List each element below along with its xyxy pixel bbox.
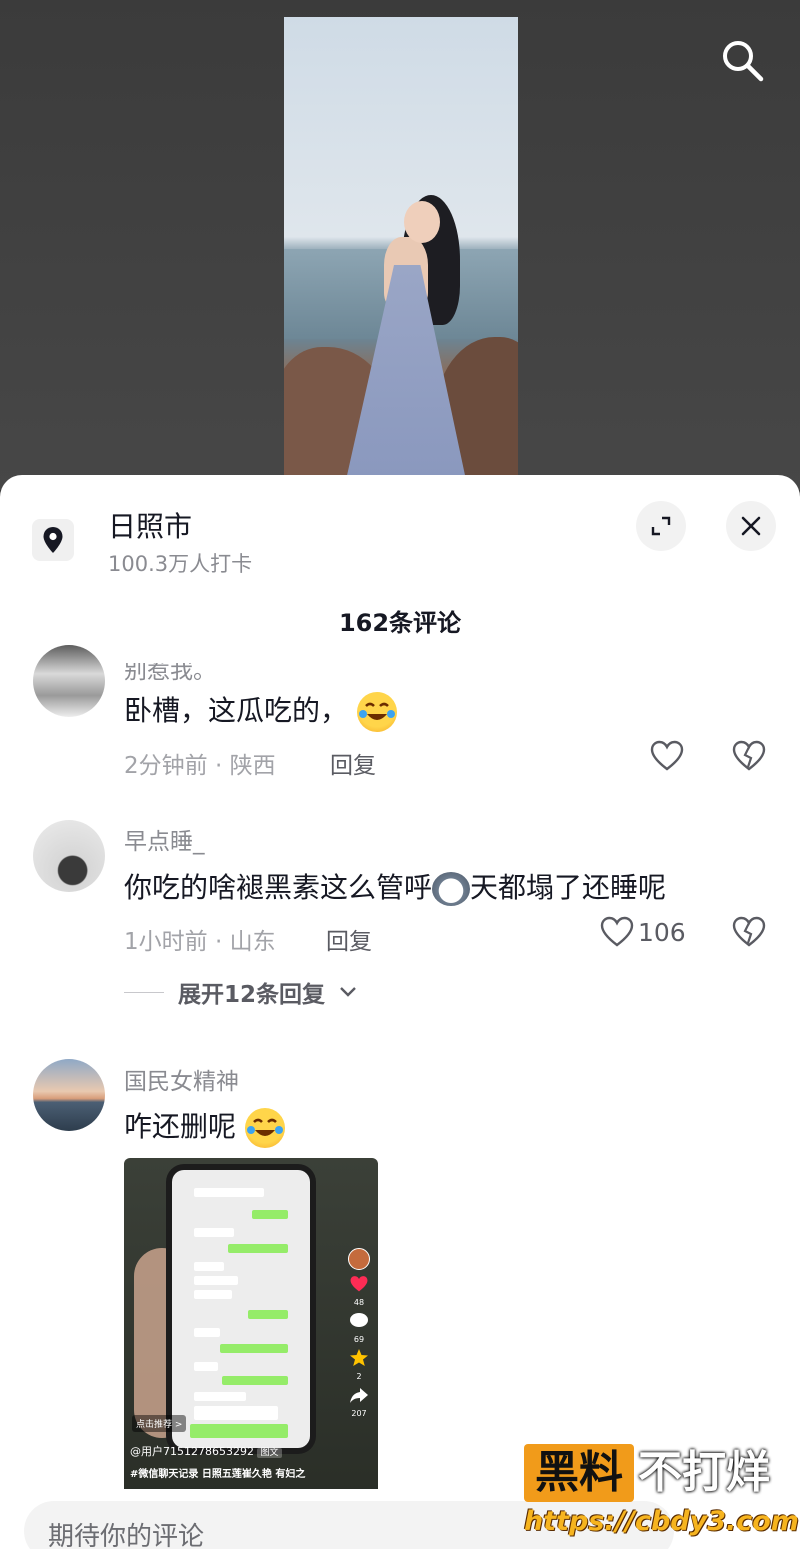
like-count: 106 bbox=[638, 917, 686, 947]
comment-text-part1: 你吃的啥褪黑素这么管呼 bbox=[124, 871, 433, 904]
comment-count: 162条评论 bbox=[338, 609, 462, 637]
avatar[interactable] bbox=[33, 645, 105, 717]
share-icon bbox=[350, 1388, 368, 1403]
image-share-count: 207 bbox=[351, 1409, 367, 1418]
comment-sheet: 日照市 100.3万人打卡 162条评论 别惹我。 卧槽，这瓜吃的， 2分钟前 … bbox=[0, 475, 800, 1549]
watermark-url: https://cbdy3.com bbox=[524, 1506, 799, 1537]
video-thumbnail[interactable] bbox=[284, 17, 518, 475]
comment-icon bbox=[350, 1313, 368, 1327]
laugh-cry-emoji bbox=[244, 1108, 285, 1148]
comment-time-location: 1小时前 · 山东 bbox=[124, 929, 276, 955]
comment-image[interactable]: 48 69 2 207 点击推荐 > @用户7151278653292 图文 #… bbox=[124, 1158, 378, 1498]
image-tag: 点击推荐 > bbox=[132, 1415, 187, 1432]
comment-text: 卧槽，这瓜吃的， bbox=[124, 689, 397, 732]
location-pin-icon[interactable] bbox=[32, 519, 74, 561]
heart-icon bbox=[650, 740, 684, 771]
watermark: 黑料 不打烊 https://cbdy3.com bbox=[524, 1444, 799, 1544]
close-icon bbox=[741, 516, 761, 536]
close-button[interactable] bbox=[726, 501, 776, 551]
location-checkins: 100.3万人打卡 bbox=[108, 552, 253, 576]
like-button[interactable]: 106 bbox=[600, 916, 686, 948]
image-comment-count: 69 bbox=[353, 1335, 365, 1344]
image-user-handle: @用户7151278653292 bbox=[130, 1445, 254, 1458]
comment-text: 你吃的啥褪黑素这么管呼 天都塌了还睡呢 bbox=[124, 866, 666, 906]
like-button[interactable] bbox=[650, 740, 684, 772]
husky-emoji bbox=[432, 872, 471, 906]
search-icon bbox=[723, 41, 764, 82]
broken-heart-icon bbox=[732, 740, 766, 771]
laugh-cry-emoji bbox=[356, 692, 397, 732]
watermark-badge: 黑料 bbox=[524, 1444, 634, 1502]
location-title[interactable]: 日照市 bbox=[108, 505, 192, 545]
image-side-icons: 48 69 2 207 bbox=[346, 1248, 372, 1418]
heart-icon bbox=[600, 916, 634, 947]
broken-heart-icon bbox=[732, 916, 766, 947]
search-button[interactable] bbox=[718, 36, 768, 86]
dislike-button[interactable] bbox=[732, 740, 766, 776]
comment-input-placeholder: 期待你的评论 bbox=[48, 1522, 205, 1549]
watermark-text: 不打烊 bbox=[638, 1447, 770, 1498]
video-area[interactable] bbox=[0, 0, 800, 490]
comment-author[interactable]: 国民女精神 bbox=[124, 1062, 239, 1096]
chat-screenshot bbox=[172, 1170, 310, 1448]
figure-head bbox=[404, 201, 440, 243]
expand-replies-label: 展开12条回复 bbox=[178, 982, 326, 1008]
comment-author[interactable]: 早点睡_ bbox=[124, 822, 205, 856]
chevron-down-icon bbox=[340, 987, 356, 997]
expand-icon bbox=[651, 516, 671, 536]
dislike-button[interactable] bbox=[732, 916, 766, 952]
image-like-count: 48 bbox=[353, 1298, 365, 1307]
image-description: #微信聊天记录 日照五莲崔久艳 有妇之 bbox=[130, 1469, 306, 1480]
expand-button[interactable] bbox=[636, 501, 686, 551]
divider bbox=[124, 991, 164, 993]
star-icon bbox=[350, 1349, 368, 1366]
phone-photo bbox=[166, 1164, 316, 1454]
expand-replies-button[interactable]: 展开12条回复 bbox=[124, 975, 357, 1009]
reply-button[interactable]: 回复 bbox=[326, 922, 372, 956]
reply-button[interactable]: 回复 bbox=[330, 746, 376, 780]
comment-time-location: 2分钟前 · 陕西 bbox=[124, 753, 276, 779]
avatar[interactable] bbox=[33, 1059, 105, 1131]
comment-text-body: 卧槽，这瓜吃的， bbox=[124, 694, 349, 727]
comment-text: 咋还删呢 bbox=[124, 1105, 285, 1148]
image-user-badge: 图文 bbox=[257, 1448, 282, 1458]
comment-author[interactable]: 别惹我。 bbox=[124, 663, 216, 685]
comment-text-part2: 天都塌了还睡呢 bbox=[470, 871, 667, 904]
comment-text-body: 咋还删呢 bbox=[124, 1110, 237, 1143]
avatar[interactable] bbox=[33, 820, 105, 892]
image-fav-count: 2 bbox=[356, 1372, 362, 1381]
heart-icon bbox=[350, 1276, 368, 1292]
image-user: @用户7151278653292 图文 bbox=[130, 1443, 282, 1459]
